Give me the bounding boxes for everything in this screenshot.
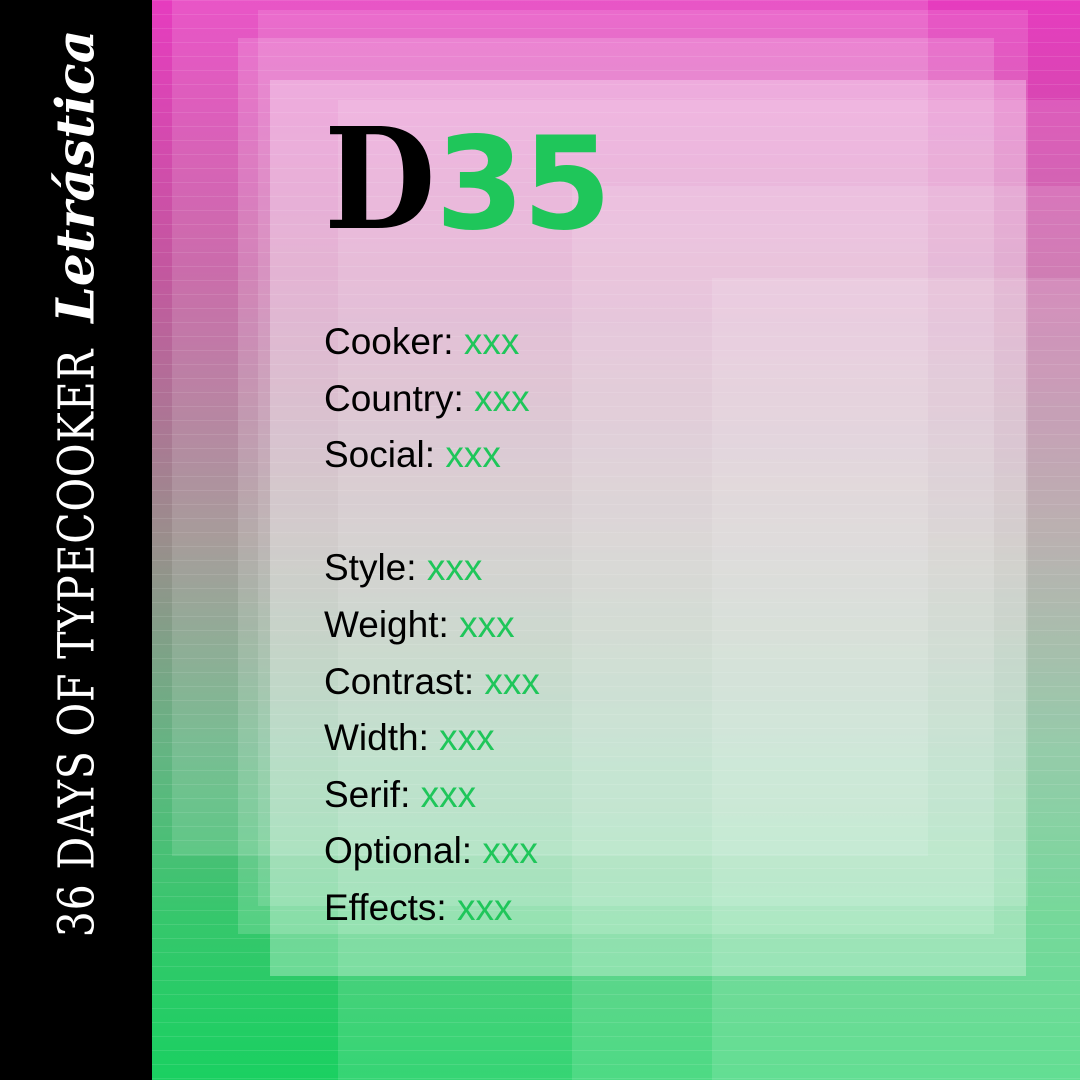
field-value: xxx [482,830,538,872]
field-label: Contrast: [324,660,475,702]
field-value: xxx [420,773,477,815]
day-letter: D [324,98,436,262]
series-title: 36 DAYS OF TYPECOOKER [47,348,106,938]
brand-logo: Letrástica [45,29,107,323]
field-label: Effects: [324,886,447,928]
field-label: Social: [324,434,436,476]
field-value: xxx [484,660,540,702]
field-label: Style: [324,547,417,589]
field-social: Social: xxx [324,427,610,484]
field-width: Width: xxx [324,710,610,767]
field-list: Cooker: xxx Country: xxx Social: xxx Sty… [324,314,610,937]
field-value: xxx [445,434,501,476]
overlay-panel [712,278,1080,1080]
field-value: xxx [426,547,483,589]
field-label: Cooker: [324,321,454,362]
field-cooker: Cooker: xxx [324,314,610,371]
field-weight: Weight: xxx [324,597,610,654]
field-contrast: Contrast: xxx [324,654,610,711]
day-heading: D 35 [324,98,612,262]
card-content: D 35 Cooker: xxx Country: xxx Social: xx… [324,98,612,937]
side-band: 36 DAYS OF TYPECOOKER Letrástica [0,0,152,1080]
side-text: 36 DAYS OF TYPECOOKER Letrástica [46,30,107,1067]
gradient-background [152,0,1080,1080]
field-label: Serif: [324,773,411,815]
field-effects: Effects: xxx [324,880,610,937]
field-label: Weight: [324,603,449,645]
field-value: xxx [474,377,530,419]
field-country: Country: xxx [324,371,610,428]
field-serif: Serif: xxx [324,767,610,824]
field-value: xxx [459,603,515,645]
poster: 36 DAYS OF TYPECOOKER Letrástica D 35 Co… [0,0,1080,1080]
field-value: xxx [457,886,513,928]
field-label: Width: [324,717,429,759]
field-label: Country: [324,377,464,419]
day-number: 35 [435,110,611,259]
field-value: xxx [439,717,495,759]
field-value: xxx [463,321,520,362]
field-style: Style: xxx [324,540,610,597]
field-optional: Optional: xxx [324,823,610,880]
field-label: Optional: [324,830,473,872]
